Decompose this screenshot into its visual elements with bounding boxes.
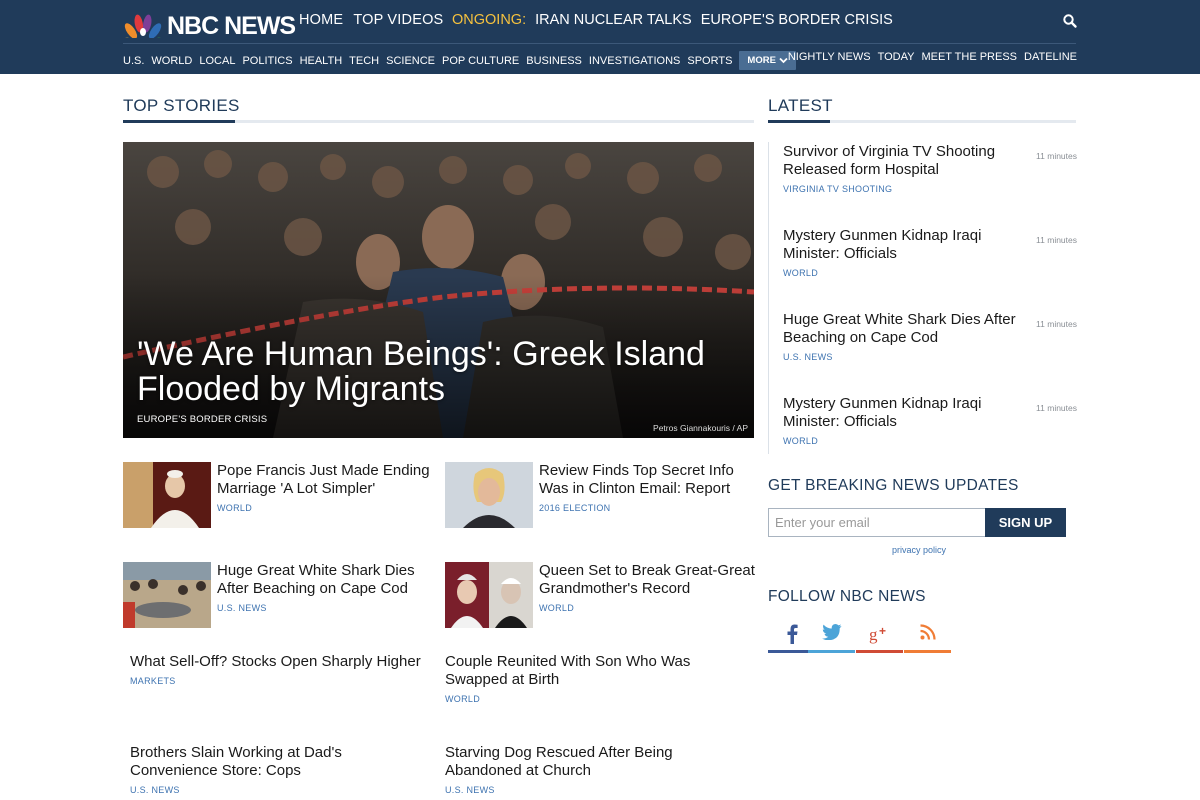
nbc-news-logo[interactable]: NBC NEWS (123, 11, 296, 40)
top-stories-heading: TOP STORIES (123, 96, 240, 115)
signup-button[interactable]: SIGN UP (985, 508, 1066, 537)
svg-text:+: + (879, 624, 886, 638)
latest-item[interactable]: Huge Great White Shark Dies After Beachi… (783, 311, 1077, 362)
google-plus-button[interactable]: g + (856, 622, 903, 653)
story-card[interactable]: Brothers Slain Working at Dad's Convenie… (130, 744, 430, 795)
story-tag[interactable]: WORLD (539, 603, 755, 613)
section-world[interactable]: WORLD (151, 55, 192, 67)
latest-timestamp: 11 minutes (1036, 151, 1077, 161)
search-button[interactable] (1062, 13, 1078, 29)
ongoing-label: ONGOING: (452, 12, 527, 28)
google-plus-bar (856, 650, 903, 653)
story-title[interactable]: What Sell-Off? Stocks Open Sharply Highe… (130, 653, 430, 671)
email-input[interactable] (768, 508, 986, 537)
latest-rule (768, 120, 1076, 123)
latest-tag[interactable]: WORLD (783, 436, 1077, 446)
story-thumbnail (445, 462, 533, 528)
story-thumbnail (123, 462, 211, 528)
story-tag[interactable]: MARKETS (130, 676, 430, 686)
twitter-bar (808, 650, 855, 653)
svg-text:g: g (869, 625, 878, 644)
latest-timestamp: 11 minutes (1036, 235, 1077, 245)
story-title[interactable]: Couple Reunited With Son Who Was Swapped… (445, 653, 745, 689)
story-title[interactable]: Review Finds Top Secret Info Was in Clin… (539, 462, 755, 498)
chevron-down-icon (779, 57, 788, 64)
story-title[interactable]: Starving Dog Rescued After Being Abandon… (445, 744, 745, 780)
show-meet-the-press[interactable]: MEET THE PRESS (921, 51, 1017, 63)
privacy-policy-link[interactable]: privacy policy (892, 545, 946, 555)
latest-item[interactable]: Mystery Gunmen Kidnap Iraqi Minister: Of… (783, 395, 1077, 446)
section-politics[interactable]: POLITICS (242, 55, 292, 67)
twitter-icon (821, 624, 841, 640)
hero-title[interactable]: 'We Are Human Beings': Greek Island Floo… (137, 337, 747, 407)
section-local[interactable]: LOCAL (199, 55, 235, 67)
section-business[interactable]: BUSINESS (526, 55, 582, 67)
follow-heading: FOLLOW NBC NEWS (768, 588, 926, 605)
latest-timeline-line (768, 142, 769, 454)
show-today[interactable]: TODAY (878, 51, 915, 63)
logo-wordmark: NBC NEWS (167, 11, 296, 40)
story-title[interactable]: Brothers Slain Working at Dad's Convenie… (130, 744, 430, 780)
latest-title[interactable]: Survivor of Virginia TV Shooting Release… (783, 143, 1019, 179)
story-thumbnail (123, 562, 211, 628)
section-pop-culture[interactable]: POP CULTURE (442, 55, 519, 67)
latest-tag[interactable]: VIRGINIA TV SHOOTING (783, 184, 1077, 194)
latest-timestamp: 11 minutes (1036, 319, 1077, 329)
latest-item[interactable]: Mystery Gunmen Kidnap Iraqi Minister: Of… (783, 227, 1077, 278)
latest-title[interactable]: Mystery Gunmen Kidnap Iraqi Minister: Of… (783, 395, 1019, 431)
latest-item[interactable]: Survivor of Virginia TV Shooting Release… (783, 143, 1077, 194)
story-tag[interactable]: WORLD (445, 694, 745, 704)
top-stories-rule (123, 120, 754, 123)
show-nightly-news[interactable]: NIGHTLY NEWS (788, 51, 871, 63)
peacock-icon (123, 14, 163, 38)
story-card[interactable]: Couple Reunited With Son Who Was Swapped… (445, 653, 745, 704)
section-science[interactable]: SCIENCE (386, 55, 435, 67)
story-title[interactable]: Queen Set to Break Great-Great Grandmoth… (539, 562, 755, 598)
hero-photo-credit: Petros Giannakouris / AP (653, 423, 748, 433)
story-tag[interactable]: WORLD (217, 503, 433, 513)
latest-tag[interactable]: U.S. NEWS (783, 352, 1077, 362)
nav-home[interactable]: HOME (299, 12, 343, 28)
section-us[interactable]: U.S. (123, 55, 144, 67)
section-sports[interactable]: SPORTS (687, 55, 732, 67)
latest-title[interactable]: Huge Great White Shark Dies After Beachi… (783, 311, 1019, 347)
site-header: NBC NEWS HOME TOP VIDEOS ONGOING: IRAN N… (0, 0, 1200, 74)
story-title[interactable]: Pope Francis Just Made Ending Marriage '… (217, 462, 433, 498)
ongoing-iran[interactable]: IRAN NUCLEAR TALKS (535, 12, 692, 28)
show-dateline[interactable]: DATELINE (1024, 51, 1077, 63)
story-card[interactable]: What Sell-Off? Stocks Open Sharply Highe… (130, 653, 430, 686)
section-nav: U.S. WORLD LOCAL POLITICS HEALTH TECH SC… (123, 51, 796, 70)
story-tag[interactable]: U.S. NEWS (445, 785, 745, 795)
section-investigations[interactable]: INVESTIGATIONS (589, 55, 680, 67)
hero-tag[interactable]: EUROPE'S BORDER CRISIS (137, 414, 267, 425)
more-label: MORE (747, 55, 776, 66)
google-plus-icon: g + (869, 624, 886, 644)
story-thumbnail (445, 562, 533, 628)
latest-timestamp: 11 minutes (1036, 403, 1077, 413)
story-title[interactable]: Huge Great White Shark Dies After Beachi… (217, 562, 433, 598)
rss-button[interactable] (904, 622, 951, 653)
breaking-heading: GET BREAKING NEWS UPDATES (768, 477, 1019, 494)
latest-tag[interactable]: WORLD (783, 268, 1077, 278)
latest-heading: LATEST (768, 96, 833, 115)
hero-story[interactable]: 'We Are Human Beings': Greek Island Floo… (123, 142, 754, 438)
section-health[interactable]: HEALTH (300, 55, 343, 67)
facebook-icon (787, 624, 798, 644)
latest-title[interactable]: Mystery Gunmen Kidnap Iraqi Minister: Of… (783, 227, 1019, 263)
twitter-button[interactable] (808, 622, 855, 653)
header-divider (123, 43, 1076, 44)
story-tag[interactable]: U.S. NEWS (217, 603, 433, 613)
shows-nav: NIGHTLY NEWS TODAY MEET THE PRESS DATELI… (788, 51, 1077, 63)
rss-bar (904, 650, 951, 653)
nav-top-videos[interactable]: TOP VIDEOS (353, 12, 443, 28)
story-tag[interactable]: U.S. NEWS (130, 785, 430, 795)
ongoing-bar: ONGOING: IRAN NUCLEAR TALKS EUROPE'S BOR… (452, 12, 893, 28)
search-icon (1063, 14, 1077, 28)
story-tag[interactable]: 2016 ELECTION (539, 503, 755, 513)
story-card[interactable]: Starving Dog Rescued After Being Abandon… (445, 744, 745, 795)
ongoing-europe[interactable]: EUROPE'S BORDER CRISIS (701, 12, 893, 28)
top-nav: HOME TOP VIDEOS (299, 12, 443, 28)
rss-icon (919, 624, 936, 640)
section-tech[interactable]: TECH (349, 55, 379, 67)
